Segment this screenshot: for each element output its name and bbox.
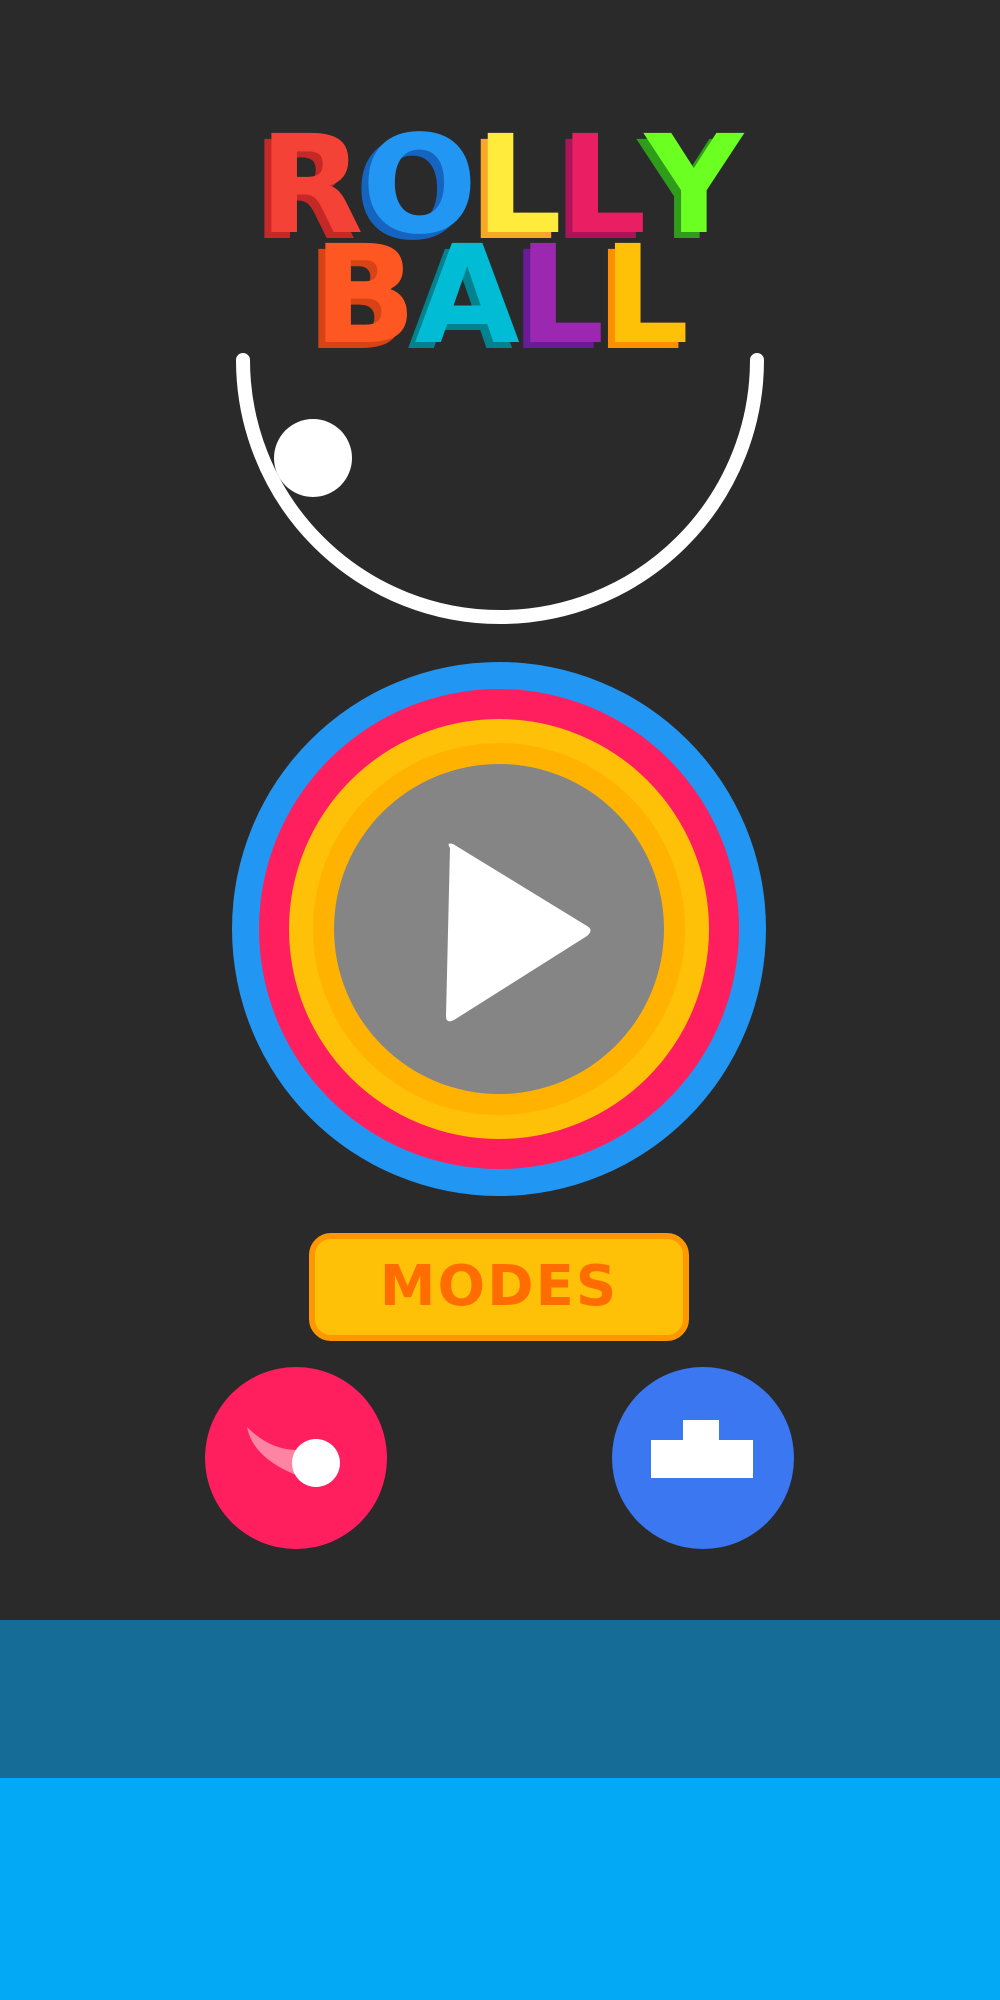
leaderboard-button[interactable]	[612, 1367, 794, 1549]
play-button-rings	[232, 662, 766, 1196]
ball-skin-icon	[247, 1427, 340, 1487]
ad-banner-top	[0, 1620, 1000, 1778]
play-icon	[446, 843, 591, 1022]
modes-button[interactable]: MODES	[309, 1233, 689, 1341]
track-illustration	[236, 353, 764, 624]
skins-button[interactable]	[205, 1367, 387, 1549]
ad-banner-bottom	[0, 1778, 1000, 2000]
rolling-ball	[274, 419, 352, 497]
play-button[interactable]	[334, 764, 664, 1094]
podium-icon	[651, 1420, 753, 1478]
